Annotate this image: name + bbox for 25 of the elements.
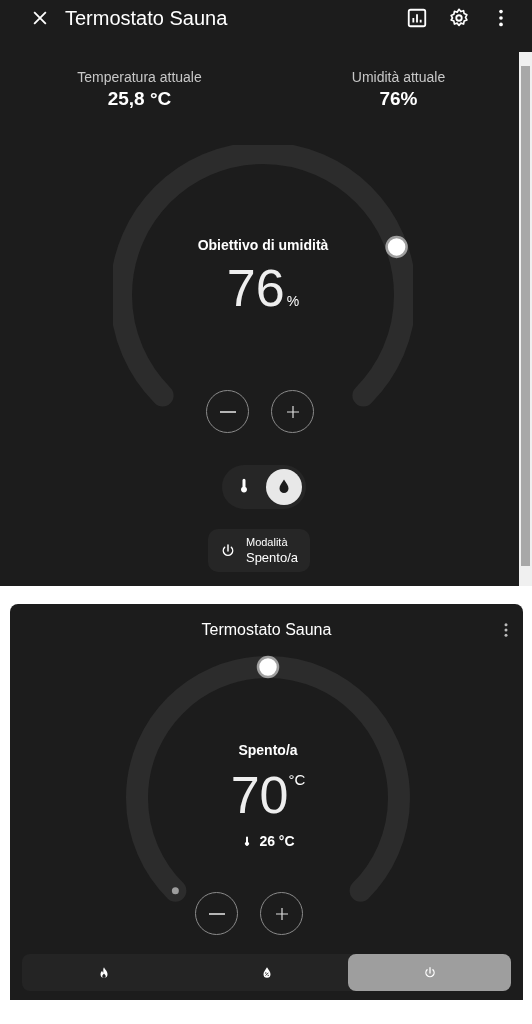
reading-label: Temperatura attuale [77, 68, 202, 86]
state-label: Spento/a [238, 741, 298, 760]
power-icon [422, 965, 437, 980]
current-marker [171, 887, 179, 895]
chip-value: Spento/a [245, 549, 298, 566]
reading-value: 25,8 °C [107, 87, 172, 111]
reading-value: 76% [379, 87, 418, 111]
dial-label: Obiettivo di umidità [197, 236, 329, 255]
minus-icon [219, 410, 236, 413]
mode-chip[interactable]: Modalità Spento/a [207, 529, 310, 572]
chip-label: Modalità [245, 535, 288, 549]
target-value: 76 [226, 260, 285, 316]
dial-thumb[interactable] [256, 655, 280, 679]
minus-icon [208, 912, 225, 915]
history-icon[interactable] [406, 7, 428, 29]
unit-label: % [286, 292, 300, 311]
reading-label: Umidità attuale [351, 68, 446, 86]
dialog-title: Termostato Sauna [65, 6, 228, 31]
dial-thumb[interactable] [385, 235, 408, 259]
unit-label: °C [288, 770, 306, 790]
target-value: 70 [230, 767, 289, 823]
settings-icon[interactable] [448, 7, 470, 29]
card-title: Termostato Sauna [201, 620, 332, 640]
humidity-toggle[interactable] [266, 469, 302, 505]
current-temperature: 26 °C [259, 832, 295, 851]
